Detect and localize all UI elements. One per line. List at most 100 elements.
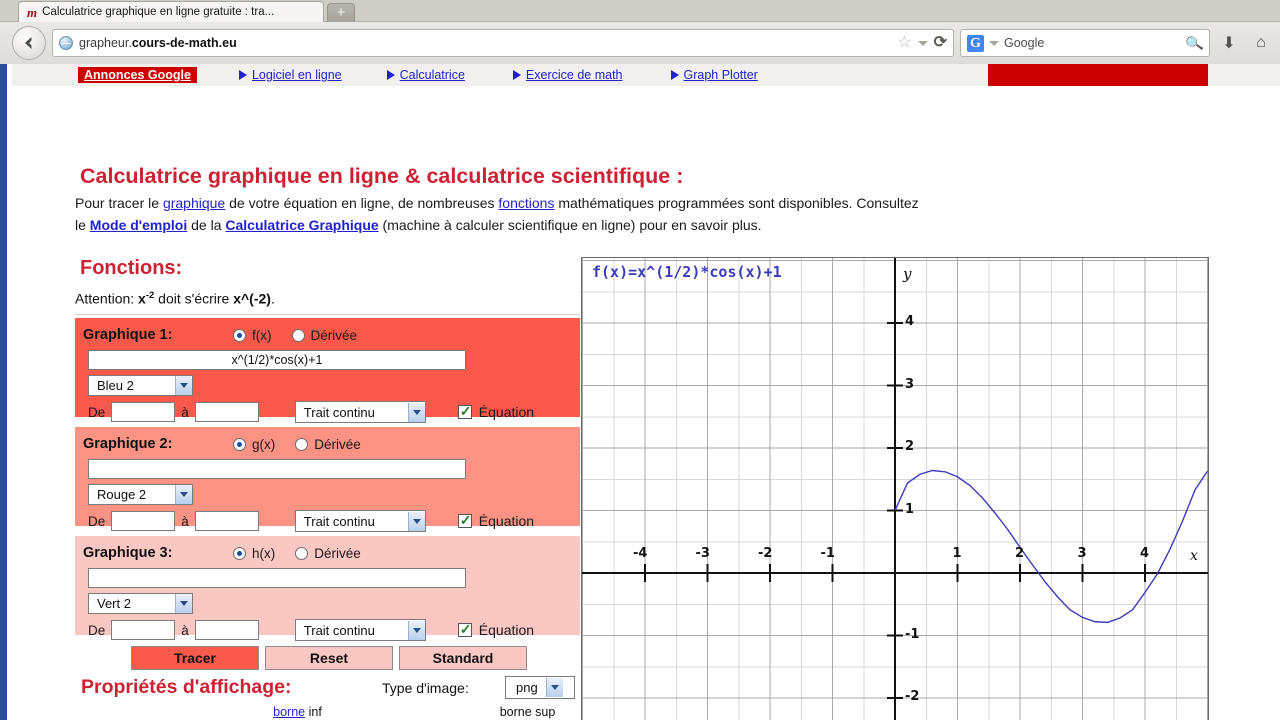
color-select-3-value: Vert 2 bbox=[97, 596, 131, 611]
graph-panel-3: Graphique 3: h(x) Dérivée Vert 2 De à Tr… bbox=[75, 536, 580, 641]
y-axis-label: y bbox=[903, 265, 912, 283]
ad-link-label: Logiciel en ligne bbox=[251, 68, 342, 82]
bookmark-star-icon[interactable]: ☆ bbox=[897, 35, 911, 51]
link-fonctions[interactable]: fonctions bbox=[498, 195, 554, 211]
borne-inf-header: borne inf bbox=[273, 705, 322, 719]
chevron-down-icon bbox=[175, 376, 192, 395]
search-input[interactable]: Google bbox=[1004, 36, 1044, 50]
type-image-select[interactable]: png bbox=[505, 676, 575, 699]
attention-x: x bbox=[138, 290, 146, 307]
action-buttons: Tracer Reset Standard bbox=[131, 646, 527, 670]
new-tab-button[interactable]: + bbox=[327, 3, 355, 22]
fonctions-heading: Fonctions: bbox=[80, 257, 183, 279]
radio-derivee-2[interactable] bbox=[295, 437, 309, 451]
display-properties-table: borne inf borne sup Axe des x de -5 à 5 … bbox=[75, 704, 580, 720]
radio-hx-3-label: h(x) bbox=[252, 545, 276, 561]
y-tick-label: 4 bbox=[905, 314, 915, 329]
link-calculatrice-graphique[interactable]: Calculatrice Graphique bbox=[225, 217, 378, 233]
style-select-2[interactable]: Trait continu bbox=[294, 510, 426, 532]
reload-icon[interactable]: ⟳ bbox=[934, 35, 947, 51]
triangle-right-icon bbox=[386, 70, 395, 80]
a-input-1[interactable] bbox=[194, 402, 259, 422]
search-box[interactable]: G Google 🔍 bbox=[960, 29, 1210, 57]
attention-end: . bbox=[270, 290, 275, 307]
link-graphique[interactable]: graphique bbox=[163, 195, 225, 211]
radio-fx-1[interactable] bbox=[233, 328, 246, 342]
y-tick-label: 3 bbox=[905, 376, 915, 392]
color-select-2[interactable]: Rouge 2 bbox=[88, 484, 193, 505]
graph-canvas[interactable]: f(x)=x^(1/2)*cos(x)+1 y x -4 -3 -2 -1 1 2 3 4 4 3… bbox=[581, 257, 1209, 720]
browser-tab[interactable]: m Calculatrice graphique en ligne gratui… bbox=[18, 1, 324, 22]
back-button[interactable] bbox=[12, 26, 46, 60]
triangle-right-icon bbox=[238, 70, 247, 80]
style-select-3-value: Trait continu bbox=[303, 622, 375, 638]
equation-input-2[interactable] bbox=[88, 459, 466, 479]
chevron-down-icon bbox=[407, 402, 425, 422]
ad-link-3[interactable]: Graph Plotter bbox=[670, 68, 758, 82]
graph-panel-3-range-row: De à Trait continu Équation bbox=[88, 619, 572, 641]
annonces-google-badge[interactable]: Annonces Google bbox=[78, 67, 197, 83]
x-tick-label: -4 bbox=[633, 546, 648, 561]
browser-chrome: m Calculatrice graphique en ligne gratui… bbox=[0, 0, 1280, 64]
link-mode-emploi[interactable]: Mode d'emploi bbox=[90, 217, 187, 233]
color-select-1[interactable]: Bleu 2 bbox=[88, 375, 193, 396]
home-icon[interactable]: ⌂ bbox=[1248, 30, 1274, 56]
tracer-button[interactable]: Tracer bbox=[131, 646, 259, 670]
triangle-right-icon bbox=[670, 70, 679, 80]
de-input-1[interactable] bbox=[111, 402, 176, 422]
equation-input-1[interactable]: x^(1/2)*cos(x)+1 bbox=[88, 350, 466, 370]
de-label-3: De bbox=[88, 622, 106, 638]
a-input-3[interactable] bbox=[194, 620, 259, 640]
attention-note: Attention: x-2 doit s'écrire x^(-2). bbox=[75, 290, 275, 307]
reset-button[interactable]: Reset bbox=[265, 646, 393, 670]
radio-derivee-3[interactable] bbox=[295, 546, 309, 560]
chevron-down-icon bbox=[175, 485, 192, 504]
ad-link-1[interactable]: Calculatrice bbox=[386, 68, 465, 82]
equation-checkbox-3[interactable] bbox=[457, 621, 472, 638]
page-title: Calculatrice graphique en ligne & calcul… bbox=[80, 164, 684, 188]
equation-input-3[interactable] bbox=[88, 568, 466, 588]
site-favicon-icon: m bbox=[27, 4, 38, 20]
radio-gx-2[interactable] bbox=[233, 437, 246, 451]
left-blue-strip bbox=[0, 64, 7, 720]
ad-link-label: Graph Plotter bbox=[683, 68, 758, 82]
radio-derivee-1[interactable] bbox=[291, 328, 305, 342]
color-select-3[interactable]: Vert 2 bbox=[88, 593, 193, 614]
chevron-down-icon[interactable] bbox=[917, 40, 928, 46]
intro-text: mathématiques programmées sont disponibl… bbox=[554, 195, 919, 211]
ad-link-0[interactable]: Logiciel en ligne bbox=[238, 68, 342, 82]
color-select-1-value: Bleu 2 bbox=[97, 378, 134, 393]
de-label-2: De bbox=[88, 513, 106, 529]
equation-checkbox-1[interactable] bbox=[457, 403, 472, 420]
url-bar[interactable]: grapheur.cours-de-math.eu ☆ ⟳ bbox=[52, 29, 954, 57]
ad-red-block bbox=[988, 64, 1208, 86]
borne-sup-header: borne sup bbox=[499, 705, 556, 719]
style-select-3[interactable]: Trait continu bbox=[294, 619, 426, 641]
equation-checkbox-2[interactable] bbox=[457, 512, 472, 529]
ad-link-2[interactable]: Exercice de math bbox=[512, 68, 623, 82]
radio-hx-3[interactable] bbox=[233, 546, 246, 560]
x-tick-label: 4 bbox=[1140, 546, 1150, 561]
x-tick-label: 2 bbox=[1015, 546, 1025, 561]
style-select-1-value: Trait continu bbox=[303, 404, 375, 420]
intro-paragraph: Pour tracer le graphique de votre équati… bbox=[75, 193, 1215, 236]
magnifier-icon[interactable]: 🔍 bbox=[1184, 33, 1204, 53]
de-input-3[interactable] bbox=[111, 620, 176, 640]
graph-panel-3-header: Graphique 3: h(x) Dérivée bbox=[83, 542, 572, 564]
a-input-2[interactable] bbox=[194, 511, 259, 531]
download-icon[interactable]: ⬇ bbox=[1216, 30, 1242, 56]
style-select-1[interactable]: Trait continu bbox=[294, 401, 426, 423]
graph-panel-2-header: Graphique 2: g(x) Dérivée bbox=[83, 433, 572, 455]
x-tick-label: -2 bbox=[758, 546, 773, 561]
graph-panel-1-header: Graphique 1: f(x) Dérivée bbox=[83, 324, 572, 346]
url-text: grapheur.cours-de-math.eu bbox=[79, 36, 237, 50]
navigation-bar: grapheur.cours-de-math.eu ☆ ⟳ G Google 🔍… bbox=[0, 22, 1280, 64]
search-engine-chevron-icon[interactable] bbox=[989, 40, 999, 46]
link-borne[interactable]: borne bbox=[273, 705, 305, 719]
x-axis-label: x bbox=[1190, 548, 1198, 564]
de-input-2[interactable] bbox=[111, 511, 176, 531]
properties-heading: Propriétés d'affichage: bbox=[81, 676, 292, 698]
attention-prefix: Attention: bbox=[75, 290, 139, 307]
graph-panel-1: Graphique 1: f(x) Dérivée x^(1/2)*cos(x)… bbox=[75, 318, 580, 423]
standard-button[interactable]: Standard bbox=[399, 646, 527, 670]
